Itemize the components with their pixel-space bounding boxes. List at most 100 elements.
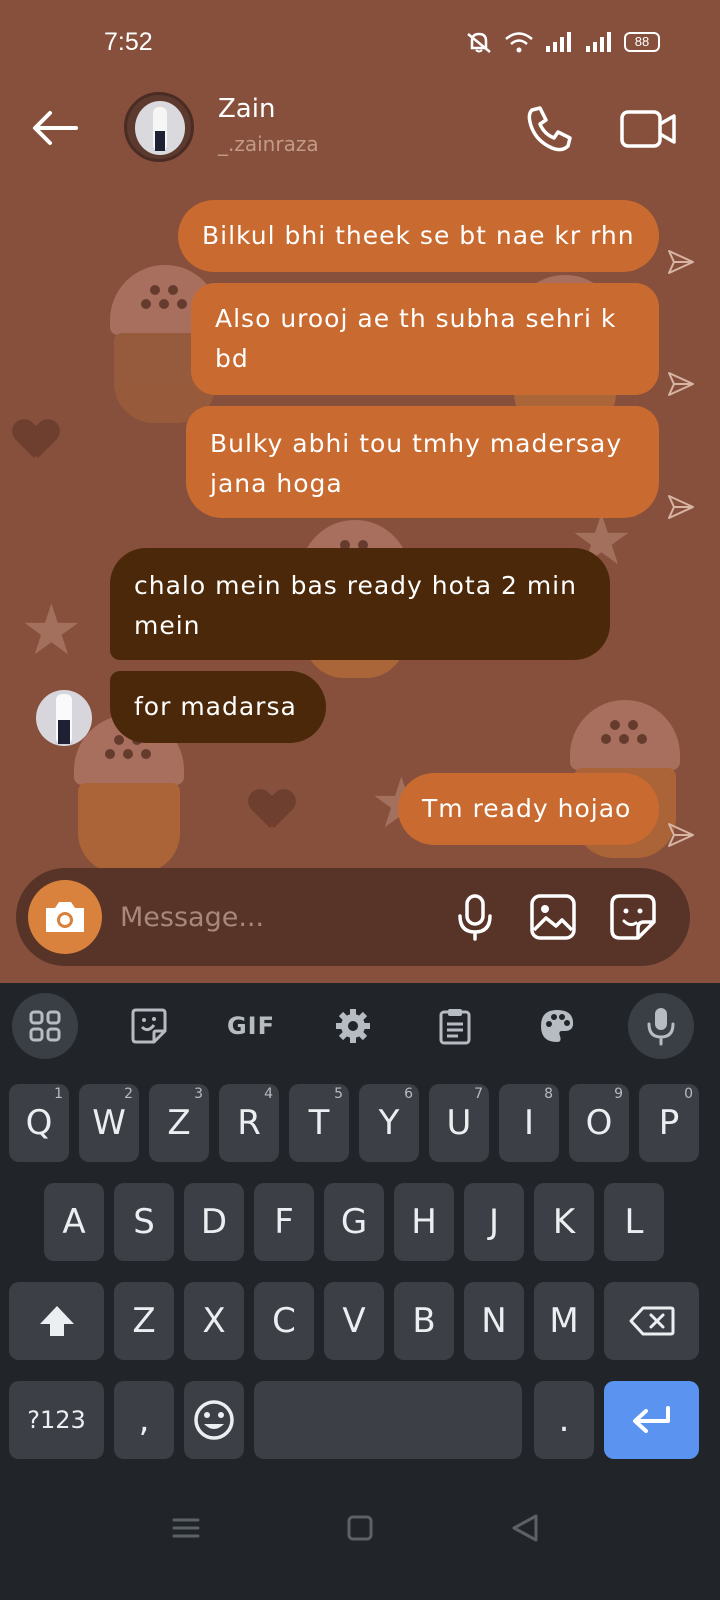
- key-a[interactable]: A: [44, 1183, 104, 1261]
- message-bubble-outgoing[interactable]: Bilkul bhi theek se bt nae kr rhn: [178, 200, 659, 272]
- comma-key[interactable]: ,: [114, 1381, 174, 1459]
- home-square-icon[interactable]: [340, 1508, 380, 1548]
- battery-icon: 88: [624, 32, 660, 52]
- emoji-icon: [194, 1400, 234, 1440]
- key-i[interactable]: I8: [499, 1084, 559, 1162]
- shift-key[interactable]: [9, 1282, 104, 1360]
- key-x[interactable]: X: [184, 1282, 244, 1360]
- message-text-line: mein: [134, 611, 201, 640]
- system-navigation-bar: [0, 1478, 720, 1600]
- key-w[interactable]: W2: [79, 1084, 139, 1162]
- period-key[interactable]: .: [534, 1381, 594, 1459]
- back-button[interactable]: [28, 100, 84, 156]
- sent-icon: [668, 823, 694, 847]
- enter-icon: [632, 1406, 670, 1433]
- image-icon[interactable]: [528, 892, 578, 942]
- wifi-icon: [505, 32, 533, 53]
- settings-button[interactable]: [320, 993, 386, 1059]
- message-composer: [16, 868, 690, 966]
- camera-button[interactable]: [28, 880, 102, 954]
- theme-button[interactable]: [524, 993, 590, 1059]
- menu-icon[interactable]: [166, 1508, 206, 1548]
- key-u[interactable]: U7: [429, 1084, 489, 1162]
- gif-icon: GIF: [226, 1012, 276, 1040]
- message-text-line: Also urooj ae th subha sehri k: [215, 304, 617, 333]
- message-input[interactable]: [120, 890, 440, 944]
- signal-icon: [586, 32, 611, 52]
- key-h[interactable]: H: [394, 1183, 454, 1261]
- key-l[interactable]: L: [604, 1183, 664, 1261]
- message-bubble-incoming[interactable]: for madarsa: [110, 671, 326, 743]
- key-z[interactable]: Z: [114, 1282, 174, 1360]
- message-bubble-outgoing[interactable]: Tm ready hojao: [398, 773, 659, 845]
- backspace-key[interactable]: [604, 1282, 699, 1360]
- apps-grid-icon: [29, 1010, 61, 1042]
- contact-name[interactable]: Zain: [218, 94, 275, 124]
- microphone-icon: [647, 1008, 675, 1046]
- shift-arrow-icon: [39, 1306, 74, 1336]
- key-g[interactable]: G: [324, 1183, 384, 1261]
- key-q[interactable]: Q1: [9, 1084, 69, 1162]
- message-text: Bilkul bhi theek se bt nae kr rhn: [202, 221, 635, 250]
- mute-icon: [467, 32, 491, 53]
- status-icons: 88: [464, 30, 660, 54]
- message-text-line: bd: [215, 344, 249, 373]
- message-text-line: jana hoga: [210, 469, 343, 498]
- key-r[interactable]: R4: [219, 1084, 279, 1162]
- video-camera-icon: [620, 110, 676, 148]
- chat-header: Zain _.zainraza: [0, 90, 720, 170]
- settings-gear-icon: [336, 1009, 370, 1043]
- message-bubble-outgoing[interactable]: Also urooj ae th subha sehri k bd: [191, 283, 659, 395]
- key-k[interactable]: K: [534, 1183, 594, 1261]
- sender-avatar[interactable]: [36, 690, 92, 746]
- chat-background: ★ ★ ★ 7:52 88 Zain _.zainraza Bilkul bhi: [0, 0, 720, 1003]
- key-y[interactable]: Y6: [359, 1084, 419, 1162]
- key-o[interactable]: O9: [569, 1084, 629, 1162]
- video-call-button[interactable]: [618, 102, 678, 156]
- palette-icon: [541, 1010, 574, 1042]
- clipboard-button[interactable]: [422, 993, 488, 1059]
- key-j[interactable]: J: [464, 1183, 524, 1261]
- contact-avatar[interactable]: [124, 92, 194, 162]
- arrow-left-icon: [33, 111, 78, 145]
- signal-icon: [546, 32, 571, 52]
- key-v[interactable]: V: [324, 1282, 384, 1360]
- voice-input-button[interactable]: [628, 993, 694, 1059]
- camera-icon: [46, 902, 84, 932]
- gif-button[interactable]: GIF: [218, 993, 284, 1059]
- apps-grid-button[interactable]: [12, 993, 78, 1059]
- key-p[interactable]: P0: [639, 1084, 699, 1162]
- message-text-line: chalo mein bas ready hota 2 min: [134, 571, 577, 600]
- call-button[interactable]: [522, 102, 576, 156]
- emoji-key[interactable]: [184, 1381, 244, 1459]
- key-s[interactable]: S: [114, 1183, 174, 1261]
- key-f[interactable]: F: [254, 1183, 314, 1261]
- wallpaper-heart-icon: [250, 790, 294, 834]
- enter-key[interactable]: [604, 1381, 699, 1459]
- phone-icon: [527, 106, 572, 152]
- key-b[interactable]: B: [394, 1282, 454, 1360]
- wallpaper-heart-icon: [14, 420, 58, 464]
- key-n[interactable]: N: [464, 1282, 524, 1360]
- message-text-line: Bulky abhi tou tmhy madersay: [210, 429, 623, 458]
- microphone-icon[interactable]: [450, 892, 500, 942]
- sticker-button[interactable]: [116, 993, 182, 1059]
- message-text: for madarsa: [134, 692, 297, 721]
- wallpaper-star-icon: ★: [20, 589, 83, 671]
- symbols-key[interactable]: ?123: [9, 1381, 104, 1459]
- key-e[interactable]: Z3: [149, 1084, 209, 1162]
- key-c[interactable]: C: [254, 1282, 314, 1360]
- message-bubble-incoming[interactable]: chalo mein bas ready hota 2 min mein: [110, 548, 610, 660]
- message-bubble-outgoing[interactable]: Bulky abhi tou tmhy madersay jana hoga: [186, 406, 659, 518]
- space-bar[interactable]: [254, 1381, 522, 1459]
- key-d[interactable]: D: [184, 1183, 244, 1261]
- backspace-icon: [629, 1306, 674, 1336]
- sent-icon: [668, 250, 694, 274]
- contact-handle: _.zainraza: [218, 132, 319, 156]
- back-triangle-icon[interactable]: [506, 1508, 546, 1548]
- key-m[interactable]: M: [534, 1282, 594, 1360]
- status-time: 7:52: [104, 28, 153, 56]
- key-t[interactable]: T5: [289, 1084, 349, 1162]
- sticker-icon[interactable]: [608, 892, 658, 942]
- sticker-icon: [131, 1008, 167, 1044]
